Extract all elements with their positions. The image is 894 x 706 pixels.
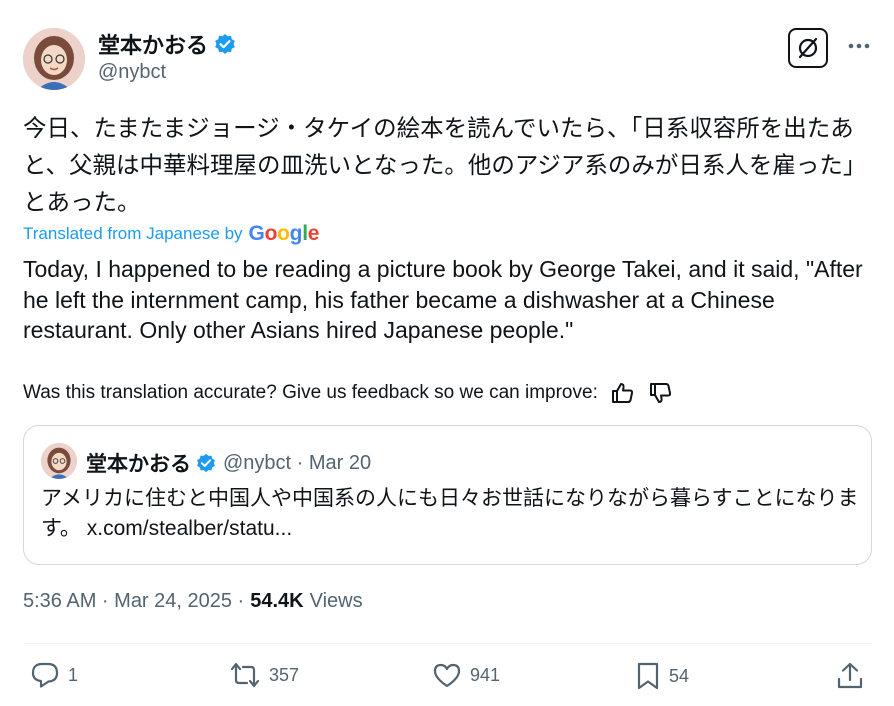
- quoted-text: アメリカに住むと中国人や中国系の人にも日々お世話になりながら暮らすことになります…: [41, 484, 861, 544]
- tweet-text-translated: Today, I happened to be reading a pictur…: [23, 256, 863, 343]
- share-icon: [836, 661, 864, 691]
- repost-count: 357: [269, 664, 300, 685]
- author-avatar[interactable]: [23, 28, 85, 90]
- google-logo: Google: [248, 222, 320, 245]
- repost-icon: [229, 661, 261, 689]
- bookmark-button[interactable]: 54: [635, 661, 689, 691]
- quoted-display-name[interactable]: 堂本かおる: [86, 448, 191, 478]
- tweet: 堂本かおる @nybct 今日、たまたまジョージ・タケイの絵本を読んでいたら、「…: [0, 0, 894, 706]
- tweet-meta: 5:36 AM · Mar 24, 2025 · 54.4K Views: [23, 590, 363, 613]
- reply-count: 1: [68, 664, 79, 685]
- grok-button[interactable]: [788, 28, 828, 68]
- author-handle[interactable]: @nybct: [98, 61, 166, 84]
- divider: [23, 643, 872, 644]
- verified-badge-icon: [196, 453, 216, 473]
- share-button[interactable]: [836, 661, 864, 691]
- repost-button[interactable]: 357: [229, 661, 299, 689]
- quoted-link[interactable]: x.com/stealber/statu...: [87, 517, 292, 540]
- thumbs-up-icon[interactable]: [610, 381, 636, 405]
- author-display-name[interactable]: 堂本かおる: [98, 28, 208, 60]
- reply-icon: [30, 661, 60, 689]
- heart-icon: [432, 661, 462, 689]
- grok-icon: [796, 36, 820, 60]
- translation-attribution: Translated from Japanese by Google: [23, 222, 319, 246]
- views-label: Views: [309, 590, 363, 612]
- views-count: 54.4K: [250, 590, 304, 612]
- bookmark-icon: [635, 661, 661, 691]
- more-icon: [848, 43, 870, 49]
- more-options-button[interactable]: [843, 30, 875, 62]
- quoted-header: 堂本かおる @nybct · Mar 20: [86, 448, 371, 478]
- translation-feedback: Was this translation accurate? Give us f…: [23, 381, 674, 405]
- quoted-tweet[interactable]: 堂本かおる @nybct · Mar 20 アメリカに住むと中国人や中国系の人に…: [23, 425, 872, 565]
- like-button[interactable]: 941: [432, 661, 500, 689]
- tweet-text-original: 今日、たまたまジョージ・タケイの絵本を読んでいたら、「日系収容所を出たあと、父親…: [23, 115, 867, 215]
- reply-button[interactable]: 1: [30, 661, 78, 689]
- feedback-prompt: Was this translation accurate? Give us f…: [23, 382, 598, 403]
- bookmark-count: 54: [669, 665, 690, 686]
- author-name-row[interactable]: 堂本かおる: [98, 28, 236, 60]
- like-count: 941: [470, 664, 501, 685]
- timestamp[interactable]: 5:36 AM · Mar 24, 2025 ·: [23, 590, 244, 613]
- thumbs-down-icon[interactable]: [648, 381, 674, 405]
- quoted-author-avatar[interactable]: [41, 443, 77, 479]
- verified-badge-icon: [214, 33, 236, 55]
- translated-label: Translated from Japanese by: [23, 224, 243, 243]
- quoted-handle-date: @nybct · Mar 20: [223, 451, 372, 474]
